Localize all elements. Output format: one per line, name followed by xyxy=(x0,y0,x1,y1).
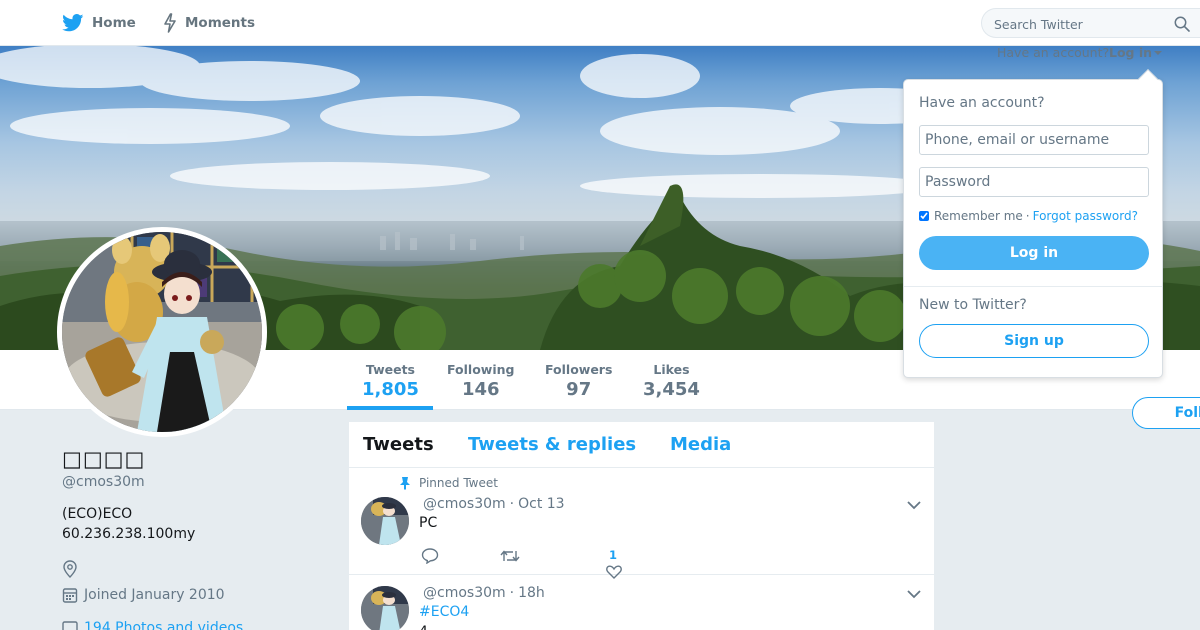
tweet-meta: @cmos30m · Oct 13 xyxy=(423,496,565,512)
stat-following-label: Following xyxy=(447,362,515,377)
stat-tweets[interactable]: Tweets 1,805 xyxy=(362,362,419,401)
login-menu-label: Log in xyxy=(1109,45,1153,60)
login-menu-toggle[interactable]: Log in xyxy=(1109,45,1163,60)
tweet-timestamp[interactable]: 18h xyxy=(518,585,545,601)
calendar-icon xyxy=(62,588,78,603)
tweet-meta-separator: · xyxy=(509,496,515,512)
tweet-author-avatar[interactable] xyxy=(361,497,409,545)
twitter-bird-icon xyxy=(62,14,84,32)
stat-followers[interactable]: Followers 97 xyxy=(545,362,612,401)
search-icon[interactable] xyxy=(1174,16,1190,32)
forgot-password-link[interactable]: Forgot password? xyxy=(1033,209,1138,223)
remember-me-row: Remember me · Forgot password? xyxy=(919,209,1138,223)
profile-avatar[interactable] xyxy=(57,227,267,437)
timeline-tabs: Tweets Tweets & replies Media xyxy=(349,422,934,468)
profile-media-label: 194 Photos and videos xyxy=(84,620,244,630)
chevron-down-icon[interactable] xyxy=(907,589,921,599)
tweet-like-count: 1 xyxy=(609,548,618,562)
stat-tweets-value: 1,805 xyxy=(362,379,419,400)
nav-home-link[interactable]: Home xyxy=(62,12,136,34)
tweet-author-handle[interactable]: @cmos30m xyxy=(423,585,506,601)
stat-following[interactable]: Following 146 xyxy=(447,362,514,401)
active-stat-indicator xyxy=(347,406,433,410)
login-dropdown: Have an account? Remember me · Forgot pa… xyxy=(903,79,1163,378)
tweet-author-avatar[interactable] xyxy=(361,586,409,630)
tweet-meta: @cmos30m · 18h xyxy=(423,585,545,601)
photo-icon xyxy=(62,621,78,630)
profile-bio-line-1: (ECO)ECO xyxy=(62,506,133,522)
tab-media[interactable]: Media xyxy=(670,434,731,455)
profile-handle: @cmos30m xyxy=(62,474,145,490)
pin-icon xyxy=(400,477,410,490)
stat-likes[interactable]: Likes 3,454 xyxy=(643,362,700,401)
nav-moments-label: Moments xyxy=(185,15,256,31)
profile-joined-label: Joined January 2010 xyxy=(84,587,225,603)
username-field[interactable] xyxy=(919,125,1149,155)
remember-me-label[interactable]: Remember me xyxy=(934,209,1023,223)
tweet-item[interactable]: Pinned Tweet @cmos30m · Oct 13 PC 1 xyxy=(349,468,934,579)
new-to-twitter-label: New to Twitter? xyxy=(919,297,1027,313)
profile-media-link[interactable]: 194 Photos and videos xyxy=(62,620,243,630)
password-field[interactable] xyxy=(919,167,1149,197)
lightning-icon xyxy=(164,13,176,33)
stat-likes-label: Likes xyxy=(653,362,690,377)
location-pin-icon xyxy=(62,560,78,582)
login-dropdown-title: Have an account? xyxy=(919,95,1045,111)
nav-home-label: Home xyxy=(92,15,136,31)
profile-joined-date: Joined January 2010 xyxy=(62,586,225,604)
search-input[interactable] xyxy=(994,15,1164,33)
follow-button[interactable]: Follow xyxy=(1132,397,1200,429)
tweet-meta-separator: · xyxy=(509,585,515,601)
stat-likes-value: 3,454 xyxy=(643,379,700,400)
have-account-prompt: Have an account? xyxy=(997,45,1110,60)
caret-down-icon xyxy=(1154,50,1163,55)
dropdown-divider xyxy=(904,286,1162,287)
tweet-text: PC xyxy=(419,515,438,531)
search-box xyxy=(981,8,1200,38)
chevron-down-icon[interactable] xyxy=(907,500,921,510)
pinned-label: Pinned Tweet xyxy=(419,476,498,490)
tab-tweets[interactable]: Tweets xyxy=(363,434,434,455)
stat-tweets-label: Tweets xyxy=(365,362,415,377)
tweet-timestamp[interactable]: Oct 13 xyxy=(518,496,564,512)
tweet-author-handle[interactable]: @cmos30m xyxy=(423,496,506,512)
reply-icon[interactable] xyxy=(421,548,439,564)
tweet-hashtag[interactable]: #ECO4 xyxy=(419,604,469,620)
remember-separator: · xyxy=(1025,209,1030,223)
retweet-icon[interactable] xyxy=(500,549,520,563)
pinned-indicator: Pinned Tweet xyxy=(399,476,498,490)
login-submit-button[interactable]: Log in xyxy=(919,236,1149,270)
tweet-text: 4 xyxy=(419,624,428,630)
nav-moments-link[interactable]: Moments xyxy=(163,12,255,34)
signup-button[interactable]: Sign up xyxy=(919,324,1149,358)
timeline: Tweets Tweets & replies Media Pinned Twe… xyxy=(348,421,935,630)
tweet-item[interactable]: @cmos30m·18h #ECO4 4 xyxy=(349,575,934,630)
stat-following-value: 146 xyxy=(461,379,500,400)
stat-followers-value: 97 xyxy=(566,379,592,400)
tab-tweets-and-replies[interactable]: Tweets & replies xyxy=(468,434,636,455)
profile-name: □□□□ xyxy=(62,447,146,471)
stat-followers-label: Followers xyxy=(545,362,613,377)
top-navigation-bar: Home Moments xyxy=(0,0,1200,46)
profile-bio-line-2: 60.236.238.100my xyxy=(62,526,196,542)
remember-me-checkbox[interactable] xyxy=(919,211,929,221)
